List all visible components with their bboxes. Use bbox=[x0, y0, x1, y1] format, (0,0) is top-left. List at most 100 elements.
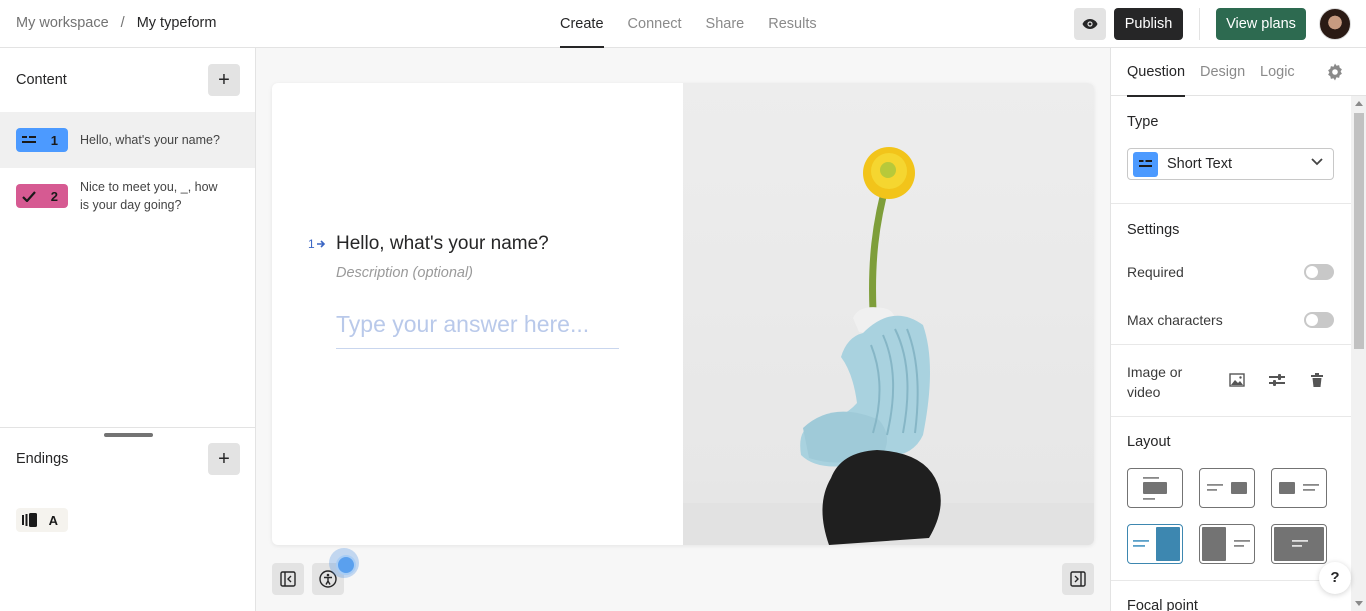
question-number: 2 bbox=[50, 188, 58, 204]
breadcrumb-form-name[interactable]: My typeform bbox=[137, 15, 217, 31]
focal-point-label: Focal point bbox=[1127, 598, 1198, 611]
question-text: Hello, what's your name? bbox=[80, 133, 220, 147]
flower-sculpture-image bbox=[683, 147, 1094, 545]
layout-split-right-icon bbox=[1133, 527, 1180, 561]
scroll-up-arrow-icon[interactable] bbox=[1355, 101, 1363, 106]
add-ending-button[interactable]: + bbox=[208, 443, 240, 475]
question-list-item-2[interactable]: 2 Nice to meet you, _, how is your day g… bbox=[0, 168, 255, 224]
layout-option-right-image[interactable] bbox=[1199, 468, 1255, 508]
cursor-indicator bbox=[329, 548, 359, 578]
breadcrumb-workspace-link[interactable]: My workspace bbox=[16, 15, 109, 31]
question-list-item-1[interactable]: 1 Hello, what's your name? bbox=[0, 112, 255, 168]
scroll-down-arrow-icon[interactable] bbox=[1355, 601, 1363, 606]
question-card[interactable]: 1 Hello, what's your name? Description (… bbox=[272, 83, 1094, 545]
layout-option-split-left[interactable] bbox=[1199, 524, 1255, 564]
type-label: Type bbox=[1127, 114, 1159, 130]
layout-split-left-icon bbox=[1202, 527, 1250, 561]
tab-share[interactable]: Share bbox=[706, 0, 745, 48]
question-title-input[interactable]: Hello, what's your name? bbox=[336, 233, 549, 255]
panel-right-collapse-icon bbox=[1070, 571, 1086, 587]
form-canvas: 1 Hello, what's your name? Description (… bbox=[256, 48, 1110, 611]
layout-option-left-image[interactable] bbox=[1271, 468, 1327, 508]
collapse-right-panel-button[interactable] bbox=[1062, 563, 1094, 595]
question-description-input[interactable]: Description (optional) bbox=[336, 265, 473, 281]
layout-background-icon bbox=[1274, 527, 1324, 561]
divider bbox=[1111, 416, 1351, 417]
checkmark-icon bbox=[22, 190, 36, 202]
view-plans-button[interactable]: View plans bbox=[1216, 8, 1306, 40]
chevron-down-icon bbox=[1311, 158, 1323, 166]
top-bar: My workspace / My typeform Create Connec… bbox=[0, 0, 1366, 48]
content-title: Content bbox=[16, 72, 67, 88]
main-nav-tabs: Create Connect Share Results bbox=[560, 0, 817, 48]
tab-question[interactable]: Question bbox=[1127, 48, 1186, 97]
question-badge: 1 bbox=[16, 128, 68, 152]
breadcrumb: My workspace / My typeform bbox=[16, 15, 216, 31]
ending-icon bbox=[22, 513, 37, 527]
question-text: Nice to meet you, _, how is your day goi… bbox=[80, 180, 218, 212]
type-icon-badge bbox=[1133, 151, 1158, 177]
tab-logic[interactable]: Logic bbox=[1260, 48, 1295, 96]
divider bbox=[1199, 8, 1200, 40]
layout-option-background[interactable] bbox=[1271, 524, 1327, 564]
sliders-icon bbox=[1269, 374, 1285, 386]
tab-connect[interactable]: Connect bbox=[628, 0, 682, 48]
preview-button[interactable] bbox=[1074, 8, 1106, 40]
divider bbox=[0, 427, 255, 428]
divider bbox=[1111, 203, 1351, 204]
image-or-video-label-line: Image or bbox=[1127, 364, 1183, 380]
layout-option-split-right[interactable] bbox=[1127, 524, 1183, 564]
panel-tabs: Question Design Logic bbox=[1111, 48, 1366, 97]
plus-icon: + bbox=[218, 447, 230, 470]
short-text-icon bbox=[22, 136, 36, 143]
question-settings-panel: Question Design Logic Type Short Text Se… bbox=[1110, 48, 1366, 611]
gear-icon[interactable] bbox=[1326, 63, 1344, 81]
question-number: 1 bbox=[50, 132, 58, 148]
arrow-right-icon bbox=[316, 240, 325, 248]
max-characters-toggle[interactable] bbox=[1304, 312, 1334, 328]
image-icon bbox=[1229, 373, 1245, 387]
ending-label: A bbox=[48, 512, 58, 528]
layout-label: Layout bbox=[1127, 434, 1171, 450]
resize-handle[interactable] bbox=[104, 433, 153, 437]
image-or-video-label-line: video bbox=[1127, 384, 1161, 400]
divider bbox=[1111, 580, 1351, 581]
help-button[interactable]: ? bbox=[1319, 562, 1351, 594]
tab-results[interactable]: Results bbox=[768, 0, 816, 48]
question-number: 1 bbox=[308, 237, 315, 251]
answer-input-preview: Type your answer here... bbox=[336, 311, 619, 349]
scrollbar-thumb[interactable] bbox=[1354, 113, 1364, 349]
eye-icon bbox=[1082, 19, 1098, 29]
layout-left-image-icon bbox=[1279, 482, 1319, 494]
collapse-left-panel-button[interactable] bbox=[272, 563, 304, 595]
layout-option-stack[interactable] bbox=[1127, 468, 1183, 508]
panel-scrollbar[interactable] bbox=[1351, 96, 1366, 611]
divider bbox=[1111, 344, 1351, 345]
panel-left-collapse-icon bbox=[280, 571, 296, 587]
layout-stack-icon bbox=[1143, 477, 1167, 500]
image-or-video-label: Image or video bbox=[1127, 362, 1182, 402]
layout-right-image-icon bbox=[1207, 482, 1247, 494]
required-label: Required bbox=[1127, 264, 1184, 280]
tab-create[interactable]: Create bbox=[560, 0, 604, 48]
publish-button[interactable]: Publish bbox=[1114, 8, 1183, 40]
ending-list-item[interactable]: A bbox=[16, 508, 68, 532]
tab-design[interactable]: Design bbox=[1200, 48, 1245, 96]
question-number-indicator: 1 bbox=[308, 237, 326, 251]
max-characters-label: Max characters bbox=[1127, 312, 1223, 328]
change-image-button[interactable] bbox=[1228, 371, 1246, 389]
user-avatar[interactable] bbox=[1319, 8, 1351, 40]
endings-title: Endings bbox=[16, 451, 69, 467]
short-text-icon bbox=[1139, 160, 1152, 167]
content-sidebar: Content + 1 Hello, what's your name? 2 N… bbox=[0, 48, 256, 611]
required-toggle[interactable] bbox=[1304, 264, 1334, 280]
breadcrumb-separator: / bbox=[120, 15, 125, 31]
question-badge: 2 bbox=[16, 184, 68, 208]
settings-label: Settings bbox=[1127, 222, 1180, 238]
trash-icon bbox=[1311, 373, 1323, 387]
question-type-dropdown[interactable]: Short Text bbox=[1127, 148, 1334, 180]
question-image[interactable] bbox=[683, 83, 1094, 545]
add-content-button[interactable]: + bbox=[208, 64, 240, 96]
delete-image-button[interactable] bbox=[1308, 371, 1326, 389]
image-settings-button[interactable] bbox=[1268, 371, 1286, 389]
